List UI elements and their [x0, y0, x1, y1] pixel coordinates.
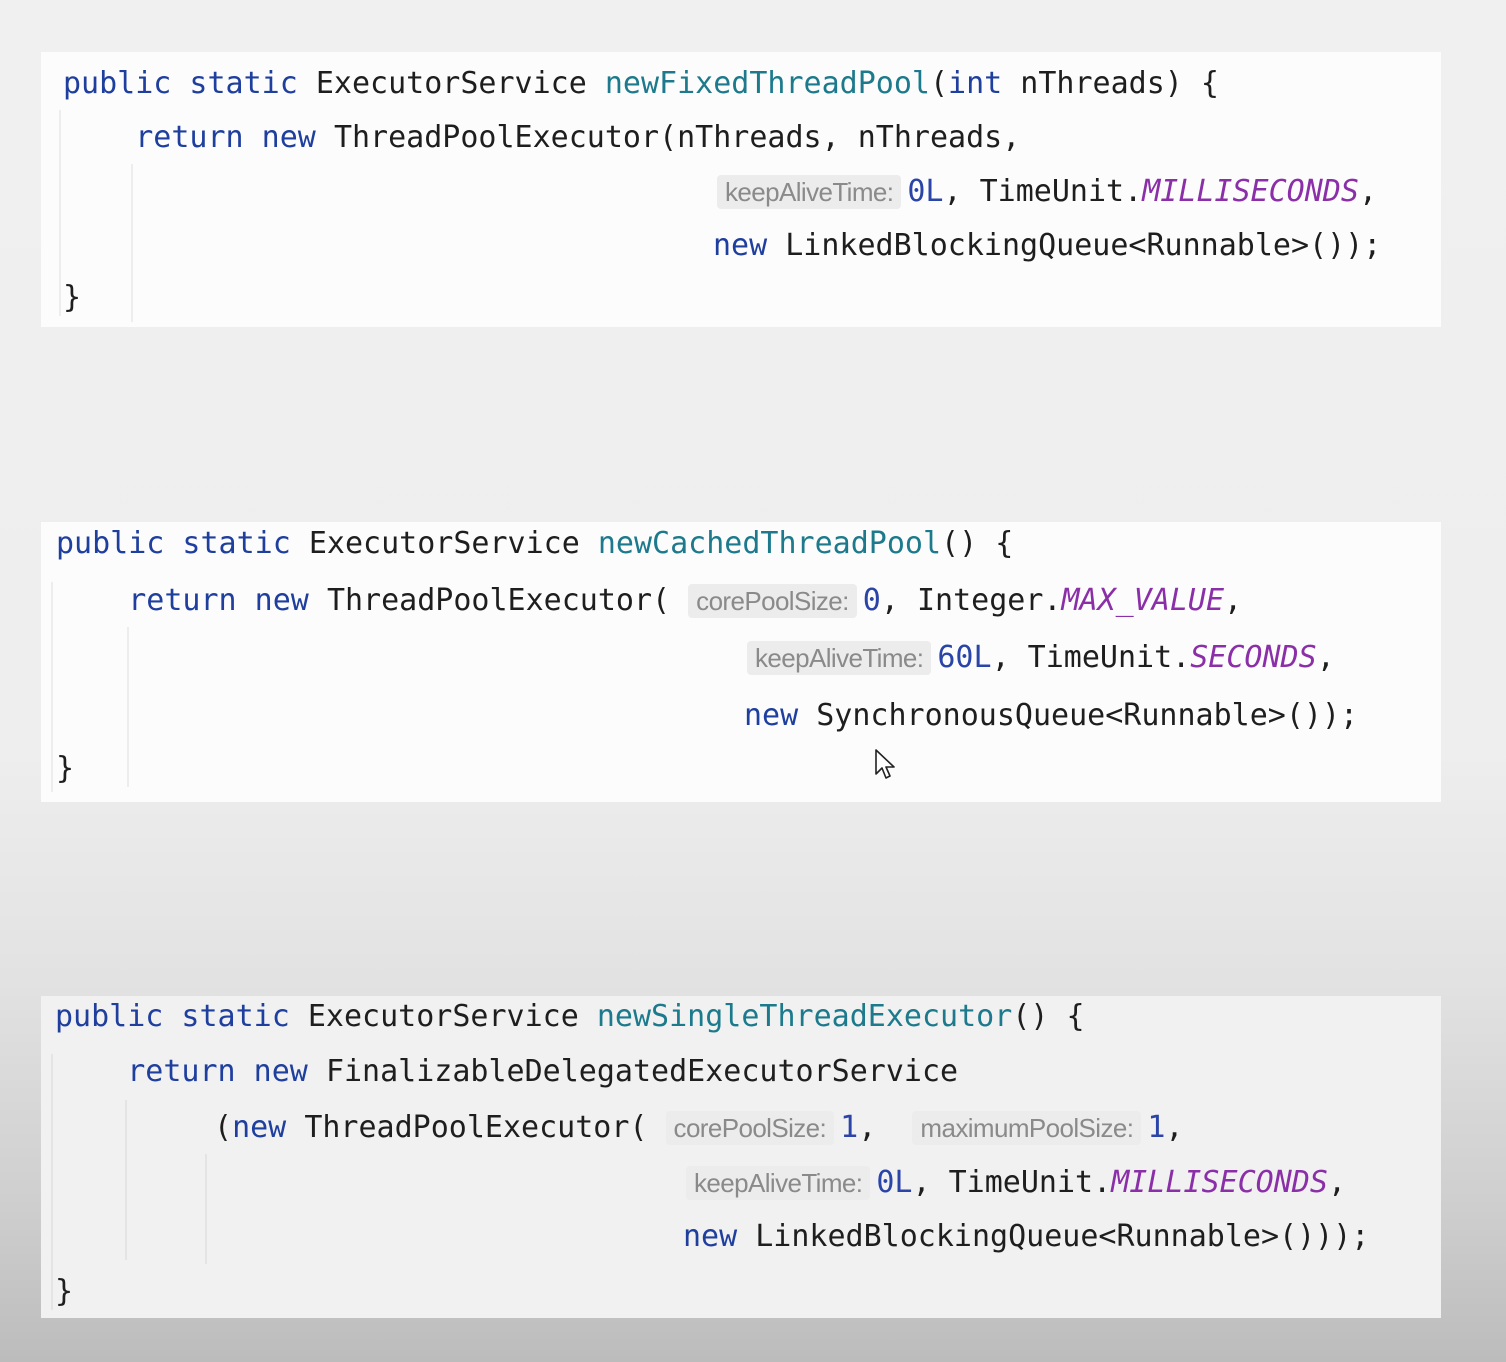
- indent-guide: [127, 627, 129, 787]
- code-line: public static ExecutorService newSingleT…: [55, 997, 1085, 1037]
- method-name-token: newFixedThreadPool: [604, 66, 930, 101]
- arrow-cursor-icon: [875, 749, 895, 779]
- parameter-hint: corePoolSize:: [688, 584, 857, 618]
- parameter-hint: maximumPoolSize:: [912, 1111, 1142, 1145]
- code-line: keepAliveTime: 0L, TimeUnit.MILLISECONDS,: [686, 1163, 1346, 1203]
- code-token: }: [63, 280, 82, 315]
- keyword-token: new: [713, 228, 786, 263]
- code-token: ExecutorService: [307, 999, 597, 1034]
- number-literal-token: 1: [840, 1110, 859, 1145]
- constant-token: MILLISECONDS: [1142, 174, 1359, 209]
- keyword-token: return new: [56, 583, 327, 618]
- code-token: LinkedBlockingQueue<Runnable>()));: [755, 1219, 1370, 1254]
- code-line: }: [56, 749, 74, 789]
- code-line: public static ExecutorService newFixedTh…: [63, 64, 1219, 104]
- code-token: (: [214, 1110, 233, 1145]
- code-token: , Integer.: [880, 583, 1062, 618]
- constant-token: SECONDS: [1190, 640, 1317, 675]
- code-token: , TimeUnit.: [912, 1165, 1112, 1200]
- code-token: ThreadPoolExecutor(: [326, 583, 689, 618]
- code-line: return new FinalizableDelegatedExecutorS…: [55, 1052, 958, 1092]
- code-line: (new ThreadPoolExecutor( corePoolSize: 1,…: [214, 1108, 1183, 1148]
- code-token: () {: [1012, 999, 1085, 1034]
- code-token: }: [56, 751, 75, 786]
- indent-guide: [51, 582, 53, 792]
- indent-guide: [205, 1154, 207, 1264]
- indent-guide: [125, 1100, 127, 1260]
- code-token: ThreadPoolExecutor(nThreads, nThreads,: [333, 120, 1021, 155]
- code-block-fixed-thread-pool: public static ExecutorService newFixedTh…: [41, 52, 1441, 327]
- code-line: new SynchronousQueue<Runnable>());: [744, 696, 1358, 736]
- keyword-token: new: [232, 1110, 305, 1145]
- number-literal-token: 0L: [907, 174, 944, 209]
- code-token: ThreadPoolExecutor(: [304, 1110, 666, 1145]
- code-token: ,: [1358, 174, 1377, 209]
- code-token: , TimeUnit.: [943, 174, 1143, 209]
- code-token: ,: [1224, 583, 1243, 618]
- code-line: keepAliveTime: 60L, TimeUnit.SECONDS,: [747, 638, 1335, 678]
- keyword-token: new: [683, 1219, 756, 1254]
- code-token: ExecutorService: [315, 66, 605, 101]
- code-line: new LinkedBlockingQueue<Runnable>());: [713, 226, 1381, 266]
- code-block-single-thread-executor: public static ExecutorService newSingleT…: [41, 996, 1441, 1318]
- number-literal-token: 0: [862, 583, 881, 618]
- code-token: SynchronousQueue<Runnable>());: [816, 698, 1359, 733]
- code-line: new LinkedBlockingQueue<Runnable>()));: [683, 1217, 1369, 1257]
- method-name-token: newSingleThreadExecutor: [596, 999, 1013, 1034]
- constant-token: MAX_VALUE: [1061, 583, 1225, 618]
- code-token: ,: [1327, 1165, 1346, 1200]
- code-line: }: [55, 1272, 73, 1312]
- code-line: return new ThreadPoolExecutor(nThreads, …: [63, 118, 1020, 158]
- code-token: ExecutorService: [308, 526, 598, 561]
- parameter-hint: keepAliveTime:: [717, 175, 902, 209]
- indent-guide: [131, 164, 133, 322]
- code-token: () {: [941, 526, 1014, 561]
- parameter-hint: corePoolSize:: [665, 1111, 835, 1145]
- parameter-hint: keepAliveTime:: [686, 1166, 871, 1200]
- code-token: LinkedBlockingQueue<Runnable>());: [785, 228, 1382, 263]
- code-token: , TimeUnit.: [991, 640, 1191, 675]
- method-name-token: newCachedThreadPool: [597, 526, 942, 561]
- indent-guide: [59, 110, 61, 316]
- code-token: ,: [858, 1110, 913, 1145]
- parameter-hint: keepAliveTime:: [747, 641, 932, 675]
- keyword-token: new: [744, 698, 817, 733]
- keyword-token: public static: [56, 526, 309, 561]
- keyword-token: return new: [63, 120, 334, 155]
- code-line: keepAliveTime: 0L, TimeUnit.MILLISECONDS,: [717, 172, 1377, 212]
- code-block-cached-thread-pool: public static ExecutorService newCachedT…: [41, 522, 1441, 802]
- keyword-token: public static: [63, 66, 316, 101]
- keyword-token: return new: [55, 1054, 326, 1089]
- number-literal-token: 1: [1147, 1110, 1166, 1145]
- constant-token: MILLISECONDS: [1111, 1165, 1328, 1200]
- indent-guide: [51, 1054, 53, 1310]
- number-literal-token: 60L: [937, 640, 992, 675]
- keyword-token: int: [948, 66, 1003, 101]
- code-token: FinalizableDelegatedExecutorService: [325, 1054, 959, 1089]
- code-token: ,: [1165, 1110, 1184, 1145]
- code-line: return new ThreadPoolExecutor( corePoolS…: [56, 581, 1242, 621]
- code-token: }: [55, 1274, 74, 1309]
- keyword-token: public static: [55, 999, 308, 1034]
- code-token: nThreads) {: [1002, 66, 1219, 101]
- code-token: ,: [1316, 640, 1335, 675]
- code-line: public static ExecutorService newCachedT…: [56, 524, 1013, 564]
- number-literal-token: 0L: [876, 1165, 913, 1200]
- code-token: (: [929, 66, 949, 101]
- code-line: }: [63, 278, 81, 318]
